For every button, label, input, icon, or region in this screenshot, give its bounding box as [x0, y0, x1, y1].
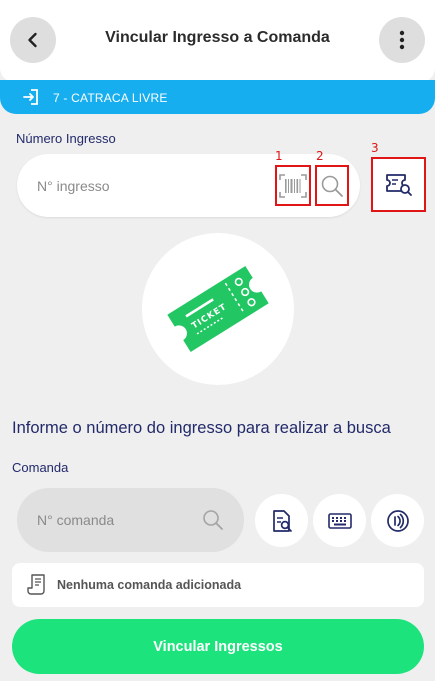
barcode-scan-button[interactable] — [275, 165, 311, 206]
ticket-illustration: TICKET — [142, 233, 294, 385]
search-ingresso-button[interactable] — [315, 165, 349, 206]
annotation-marker-1: 1 — [275, 149, 283, 163]
comanda-empty-state: Nenhuma comanda adicionada — [12, 563, 424, 607]
search-icon — [321, 175, 343, 197]
ticket-search-icon — [385, 173, 412, 196]
location-banner: 7 - CATRACA LIVRE — [0, 80, 435, 114]
annotation-marker-2: 2 — [316, 149, 324, 163]
annotation-marker-3: 3 — [371, 141, 379, 155]
nfc-icon — [386, 509, 409, 532]
search-icon[interactable] — [202, 509, 224, 531]
comanda-document-search-button[interactable] — [255, 494, 308, 547]
info-message: Informe o número do ingresso para realiz… — [12, 419, 391, 437]
ingresso-label: Número Ingresso — [16, 131, 116, 146]
comanda-input[interactable] — [37, 488, 197, 552]
ingresso-input[interactable] — [37, 154, 267, 217]
vincular-ingressos-button[interactable]: Vincular Ingressos — [12, 619, 424, 674]
comanda-keyboard-button[interactable] — [313, 494, 366, 547]
page-title: Vincular Ingresso a Comanda — [105, 29, 330, 46]
barcode-icon — [279, 173, 307, 198]
exit-door-icon — [23, 89, 38, 105]
document-search-icon — [272, 509, 292, 532]
comanda-label: Comanda — [12, 460, 69, 475]
receipt-icon — [27, 574, 45, 595]
chevron-left-icon — [28, 32, 37, 48]
keyboard-icon — [327, 512, 352, 529]
app-header: Vincular Ingresso a Comanda — [0, 0, 435, 82]
more-options-button[interactable] — [379, 17, 425, 63]
ticket-icon: TICKET — [167, 265, 269, 353]
location-name: 7 - CATRACA LIVRE — [53, 91, 168, 105]
comanda-field — [17, 488, 244, 552]
back-button[interactable] — [10, 17, 56, 63]
empty-comanda-text: Nenhuma comanda adicionada — [57, 578, 242, 592]
more-vertical-icon — [399, 30, 405, 50]
comanda-nfc-button[interactable] — [371, 494, 424, 547]
ticket-search-button[interactable] — [371, 157, 426, 212]
